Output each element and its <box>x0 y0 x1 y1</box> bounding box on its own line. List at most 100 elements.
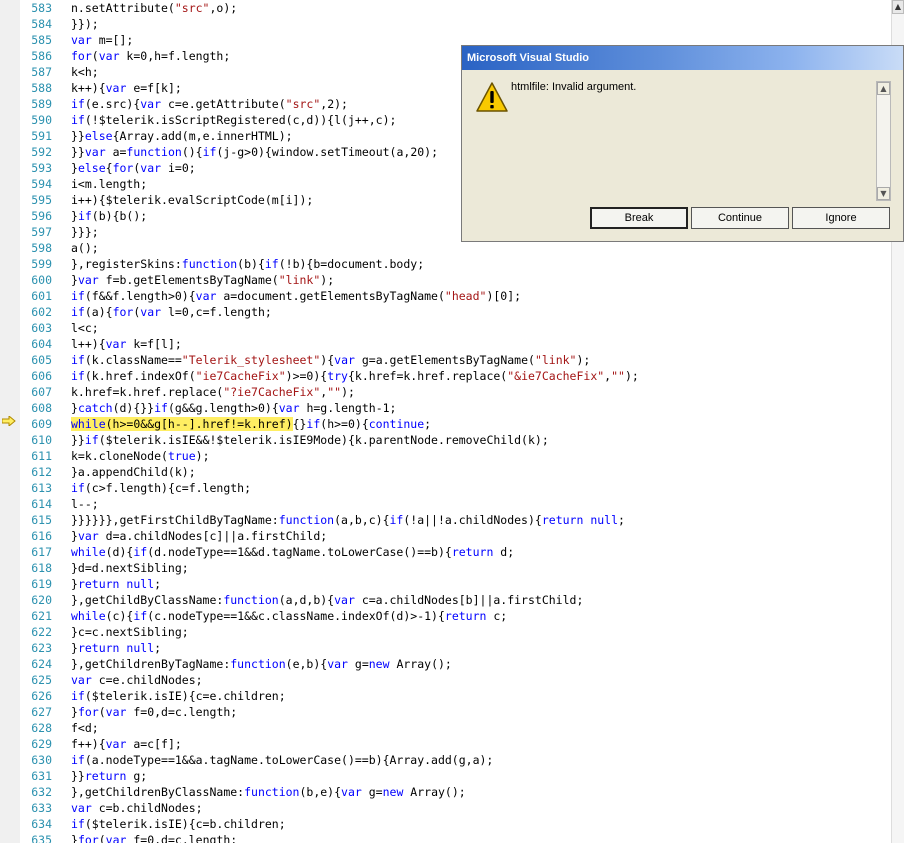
warning-icon <box>476 82 508 112</box>
line-number: 599 <box>31 257 52 271</box>
code-text: i++){$telerik.evalScriptCode(m[i]); <box>71 193 314 207</box>
line-number: 626 <box>31 689 52 703</box>
code-line[interactable]: 631}}return g; <box>20 768 904 784</box>
code-text: var m=[]; <box>71 33 134 47</box>
code-line[interactable]: 602 if(a){for(var l=0,c=f.length; <box>20 304 904 320</box>
line-number: 589 <box>31 97 52 111</box>
code-text: }c=c.nextSibling; <box>71 625 189 639</box>
scroll-down-arrow-icon[interactable]: ▼ <box>877 187 890 200</box>
code-line[interactable]: 621 while(c){if(c.nodeType==1&&c.classNam… <box>20 608 904 624</box>
code-line[interactable]: 613 if(c>f.length){c=f.length; <box>20 480 904 496</box>
current-statement-highlight: while(h>=0&&g[h--].href!=k.href) <box>71 417 293 431</box>
code-line[interactable]: 622}c=c.nextSibling; <box>20 624 904 640</box>
code-text: }}); <box>71 17 99 31</box>
code-text: }d=d.nextSibling; <box>71 561 189 575</box>
code-line[interactable]: 620},getChildByClassName:function(a,d,b)… <box>20 592 904 608</box>
line-number: 597 <box>31 225 52 239</box>
code-line[interactable]: 623}return null; <box>20 640 904 656</box>
line-number: 595 <box>31 193 52 207</box>
code-line[interactable]: 607 k.href=k.href.replace("?ie7CacheFix",… <box>20 384 904 400</box>
code-line[interactable]: 627}for(var f=0,d=c.length; <box>20 704 904 720</box>
code-line[interactable]: 612 }a.appendChild(k); <box>20 464 904 480</box>
code-line[interactable]: 615 }}}}}},getFirstChildByTagName:functio… <box>20 512 904 528</box>
code-line[interactable]: 633 var c=b.childNodes; <box>20 800 904 816</box>
code-text: if(!$telerik.isScriptRegistered(c,d)){l(… <box>71 113 397 127</box>
code-line[interactable]: 619}return null; <box>20 576 904 592</box>
code-text: }a.appendChild(k); <box>71 465 196 479</box>
line-number: 594 <box>31 177 52 191</box>
code-line[interactable]: 624},getChildrenByTagName:function(e,b){… <box>20 656 904 672</box>
code-text: }for(var f=0,d=c.length; <box>71 705 238 719</box>
code-line[interactable]: 604 l++){var k=f[l]; <box>20 336 904 352</box>
line-number: 584 <box>31 17 52 31</box>
scroll-up-arrow-icon[interactable]: ▲ <box>892 0 904 14</box>
line-number: 635 <box>31 833 52 843</box>
code-line[interactable]: 634 if($telerik.isIE){c=b.children; <box>20 816 904 832</box>
line-number: 600 <box>31 273 52 287</box>
line-number: 607 <box>31 385 52 399</box>
code-line[interactable]: 610}}if($telerik.isIE&&!$telerik.isIE9Mo… <box>20 432 904 448</box>
code-line[interactable]: 598 a(); <box>20 240 904 256</box>
line-number: 623 <box>31 641 52 655</box>
code-text: }}var a=function(){if(j-g>0){window.setT… <box>71 145 439 159</box>
code-line[interactable]: 630 if(a.nodeType==1&&a.tagName.toLowerCa… <box>20 752 904 768</box>
code-line[interactable]: 629 f++){var a=c[f]; <box>20 736 904 752</box>
code-text: var c=b.childNodes; <box>71 801 203 815</box>
code-text: }var f=b.getElementsByTagName("link"); <box>71 273 335 287</box>
code-text: if(c>f.length){c=f.length; <box>71 481 252 495</box>
code-text: }}}; <box>71 225 99 239</box>
code-line[interactable]: 583 n.setAttribute("src",o); <box>20 0 904 16</box>
code-line[interactable]: 616 }var d=a.childNodes[c]||a.firstChild; <box>20 528 904 544</box>
continue-button[interactable]: Continue <box>691 207 789 229</box>
code-line[interactable]: 601 if(f&&f.length>0){var a=document.getE… <box>20 288 904 304</box>
line-number: 615 <box>31 513 52 527</box>
line-number: 612 <box>31 465 52 479</box>
code-line[interactable]: 625 var c=e.childNodes; <box>20 672 904 688</box>
dialog-title-bar[interactable]: Microsoft Visual Studio <box>462 46 903 70</box>
code-line[interactable]: 599 },registerSkins:function(b){if(!b){b=… <box>20 256 904 272</box>
line-number: 616 <box>31 529 52 543</box>
line-number: 617 <box>31 545 52 559</box>
line-number: 606 <box>31 369 52 383</box>
code-text: }}}}}},getFirstChildByTagName:function(a… <box>71 513 625 527</box>
line-number: 586 <box>31 49 52 63</box>
line-number: 624 <box>31 657 52 671</box>
code-line[interactable]: 626 if($telerik.isIE){c=e.children; <box>20 688 904 704</box>
scroll-up-arrow-icon[interactable]: ▲ <box>877 82 890 95</box>
code-text: if(k.className=="Telerik_stylesheet"){va… <box>71 353 591 367</box>
break-button[interactable]: Break <box>590 207 688 229</box>
code-text: while(c){if(c.nodeType==1&&c.className.i… <box>71 609 508 623</box>
code-line[interactable]: 605 if(k.className=="Telerik_stylesheet")… <box>20 352 904 368</box>
code-text: n.setAttribute("src",o); <box>71 1 238 15</box>
code-text: }var d=a.childNodes[c]||a.firstChild; <box>71 529 328 543</box>
code-line[interactable]: 609 while(h>=0&&g[h--].href!=k.href){}if(… <box>20 416 904 432</box>
code-line[interactable]: 584}}); <box>20 16 904 32</box>
dialog-buttons: Break Continue Ignore <box>590 207 890 229</box>
code-text: while(d){if(d.nodeType==1&&d.tagName.toL… <box>71 545 515 559</box>
line-number: 590 <box>31 113 52 127</box>
code-line[interactable]: 603 l<c; <box>20 320 904 336</box>
code-line[interactable]: 617 while(d){if(d.nodeType==1&&d.tagName.… <box>20 544 904 560</box>
code-line[interactable]: 635}for(var f=0,d=c.length; <box>20 832 904 843</box>
code-text: if($telerik.isIE){c=b.children; <box>71 817 286 831</box>
code-text: l--; <box>71 497 99 511</box>
dialog-message: htmlfile: Invalid argument. <box>511 81 637 93</box>
line-number: 583 <box>31 1 52 15</box>
message-scrollbar[interactable]: ▲ ▼ <box>876 81 891 201</box>
code-line[interactable]: 614 l--; <box>20 496 904 512</box>
code-text: },registerSkins:function(b){if(!b){b=doc… <box>71 257 425 271</box>
code-text: f++){var a=c[f]; <box>71 737 182 751</box>
code-line[interactable]: 618}d=d.nextSibling; <box>20 560 904 576</box>
code-line[interactable]: 606 if(k.href.indexOf("ie7CacheFix")>=0){… <box>20 368 904 384</box>
code-line[interactable]: 600 }var f=b.getElementsByTagName("link")… <box>20 272 904 288</box>
code-line[interactable]: 608}catch(d){}}if(g&&g.length>0){var h=g… <box>20 400 904 416</box>
line-number: 629 <box>31 737 52 751</box>
line-number: 591 <box>31 129 52 143</box>
ignore-button[interactable]: Ignore <box>792 207 890 229</box>
code-text: while(h>=0&&g[h--].href!=k.href){}if(h>=… <box>71 417 432 431</box>
line-number: 592 <box>31 145 52 159</box>
code-line[interactable]: 628 f<d; <box>20 720 904 736</box>
code-line[interactable]: 611 k=k.cloneNode(true); <box>20 448 904 464</box>
code-text: },getChildByClassName:function(a,d,b){va… <box>71 593 584 607</box>
code-line[interactable]: 632},getChildrenByClassName:function(b,e… <box>20 784 904 800</box>
